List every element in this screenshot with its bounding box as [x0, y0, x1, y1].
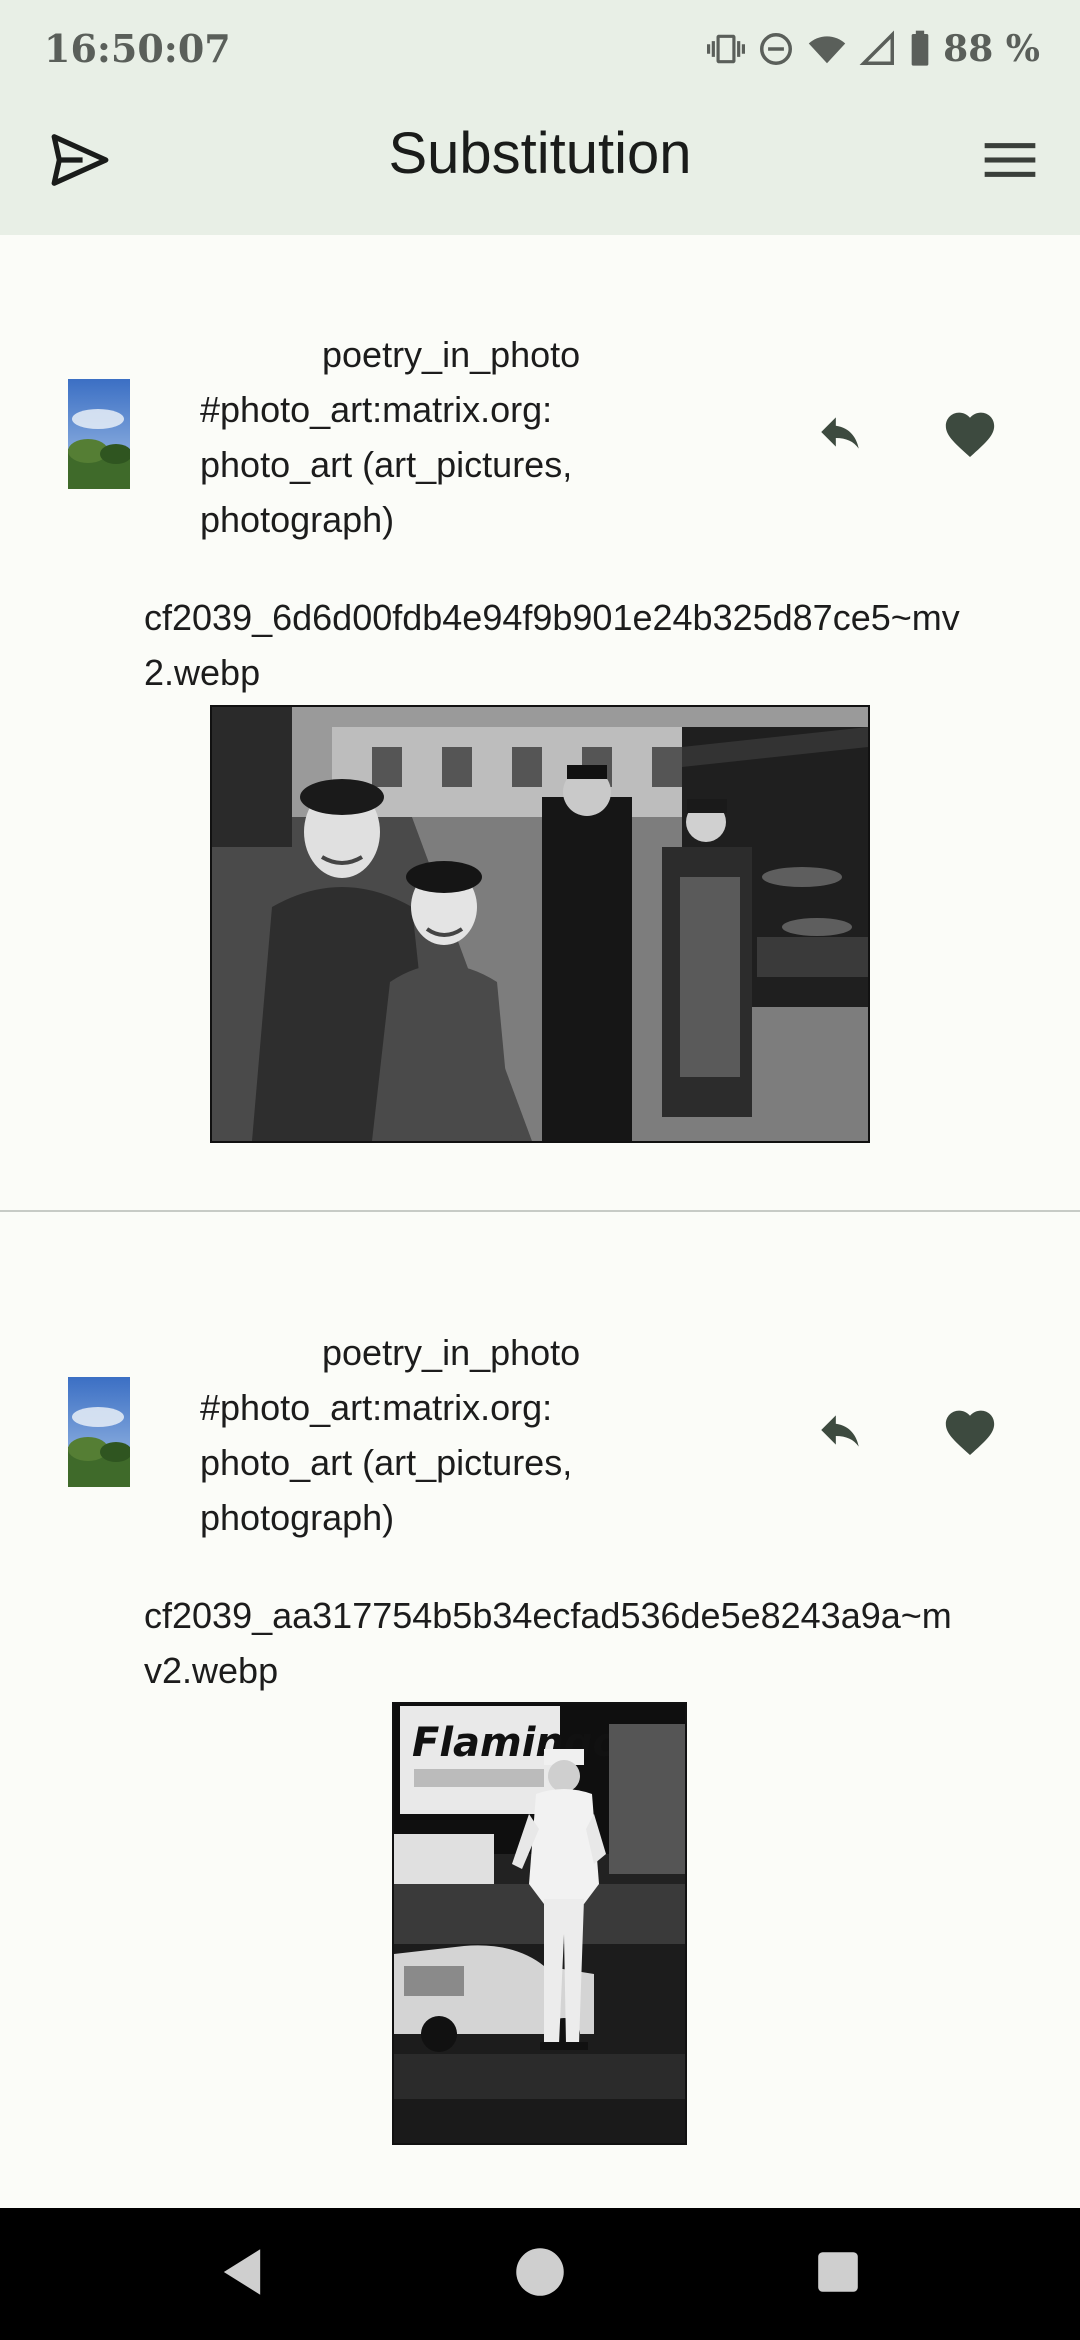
app-bar: Substitution	[0, 100, 1080, 235]
divider	[0, 1210, 1080, 1212]
attachment-filename: cf2039_6d6d00fdb4e94f9b901e24b325d87ce5~…	[144, 597, 960, 693]
attachment-filename: cf2039_aa317754b5b34ecfad536de5e8243a9a~…	[144, 1595, 952, 1691]
sender-line: photograph)	[200, 499, 395, 540]
reply-icon	[812, 1405, 868, 1460]
recents-button[interactable]	[798, 2234, 878, 2314]
recents-icon	[816, 2250, 860, 2299]
sender-line: photo_art (art_pictures,	[200, 1442, 573, 1483]
avatar[interactable]	[68, 1377, 130, 1487]
status-time: 16:50:07	[44, 26, 231, 71]
heart-icon	[941, 405, 999, 464]
page-title: Substitution	[388, 121, 692, 186]
reply-icon	[812, 407, 868, 462]
reply-button[interactable]	[800, 394, 880, 474]
sender-line: photo_art (art_pictures,	[200, 444, 573, 485]
do-not-disturb-icon	[757, 30, 795, 68]
like-button[interactable]	[930, 394, 1010, 474]
sender-name: poetry_in_photo #photo_art:matrix.org: p…	[200, 1325, 640, 1545]
heart-icon	[941, 1403, 999, 1462]
wifi-icon	[807, 30, 847, 68]
back-button[interactable]	[202, 2234, 282, 2314]
sender-line: poetry_in_photo	[322, 334, 581, 375]
back-icon	[219, 2247, 265, 2302]
avatar[interactable]	[68, 379, 130, 489]
screen: 16:50:07 88 % Substitution poetry_in_pho…	[0, 0, 1080, 2340]
home-button[interactable]	[500, 2234, 580, 2314]
vibrate-icon	[707, 30, 746, 68]
battery-icon	[909, 29, 931, 69]
sender-line: #photo_art:matrix.org:	[200, 389, 553, 430]
message-item: poetry_in_photo #photo_art:matrix.org: p…	[0, 1233, 1080, 2205]
navigation-bar	[0, 2208, 1080, 2340]
battery-percent: 88 %	[943, 28, 1040, 70]
sender-name: poetry_in_photo #photo_art:matrix.org: p…	[200, 327, 640, 547]
menu-icon	[984, 141, 1036, 184]
message-item: poetry_in_photo #photo_art:matrix.org: p…	[0, 235, 1080, 1213]
status-bar: 16:50:07 88 %	[0, 0, 1080, 100]
attachment-image[interactable]: Flamingo	[392, 1702, 687, 2145]
reply-button[interactable]	[800, 1392, 880, 1472]
signal-icon	[859, 30, 897, 68]
message-feed[interactable]: poetry_in_photo #photo_art:matrix.org: p…	[0, 235, 1080, 2205]
menu-button[interactable]	[970, 122, 1050, 202]
sender-line: photograph)	[200, 1497, 395, 1538]
status-icons: 88 %	[707, 24, 1040, 74]
sender-line: #photo_art:matrix.org:	[200, 1387, 553, 1428]
like-button[interactable]	[930, 1392, 1010, 1472]
home-icon	[515, 2247, 565, 2302]
sender-line: poetry_in_photo	[322, 1332, 581, 1373]
photo-sign-text: Flamingo	[412, 1720, 620, 1766]
attachment-image[interactable]	[210, 705, 870, 1143]
